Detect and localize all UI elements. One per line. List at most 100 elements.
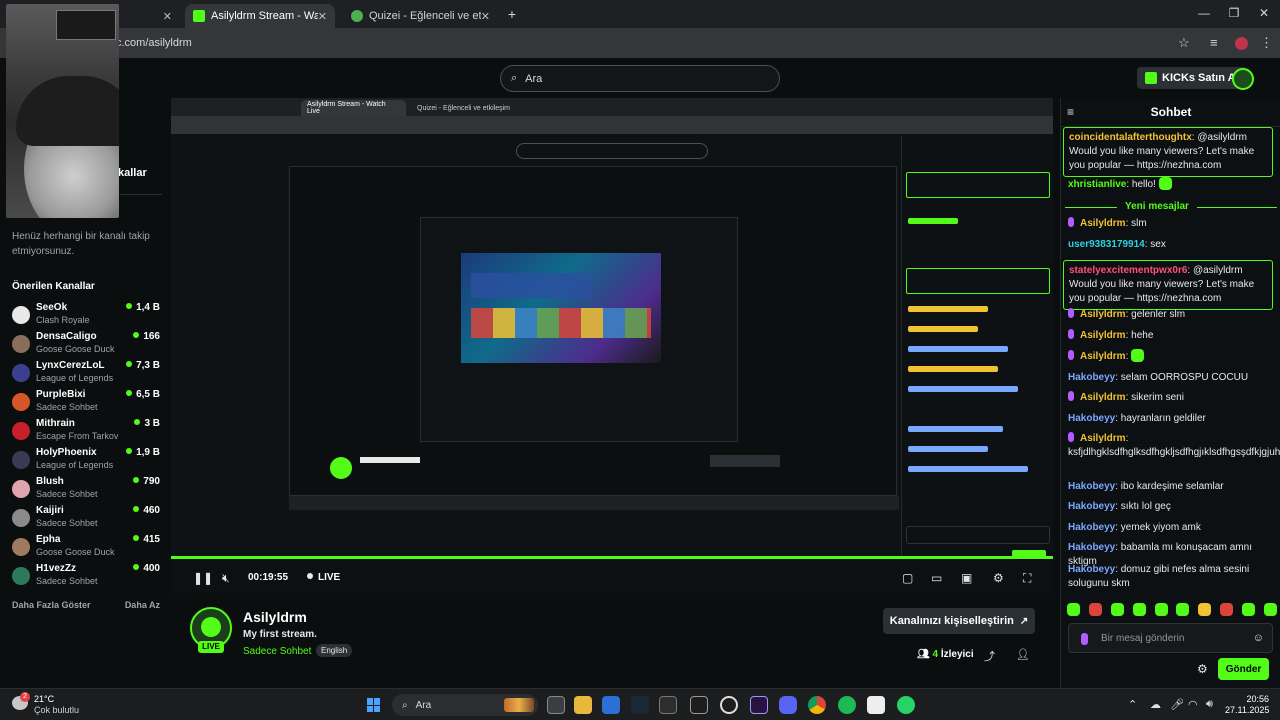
emote-icon[interactable] bbox=[1154, 603, 1168, 616]
sidebar-channel-item[interactable]: H1vezZz Sadece Sohbet 400 bbox=[10, 563, 160, 591]
emote-icon[interactable] bbox=[1176, 603, 1190, 616]
file-explorer-icon[interactable] bbox=[574, 696, 592, 714]
share-icon[interactable]: ⤴ bbox=[984, 648, 995, 664]
pip-icon[interactable]: ▢ bbox=[902, 571, 913, 585]
whatsapp-icon[interactable] bbox=[897, 696, 915, 714]
close-tab-icon[interactable]: ✕ bbox=[163, 10, 172, 23]
capcut-icon[interactable] bbox=[867, 696, 885, 714]
tab-hidden[interactable]: ✕ bbox=[120, 4, 180, 28]
chat-username[interactable]: Asilyldrm bbox=[1080, 309, 1126, 320]
window-close-icon[interactable]: ✕ bbox=[1252, 6, 1276, 20]
discord-icon[interactable] bbox=[779, 696, 797, 714]
after-effects-icon[interactable] bbox=[750, 696, 768, 714]
chat-username[interactable]: Hakobeyy bbox=[1068, 372, 1115, 383]
menu-dots-icon[interactable]: ⋮ bbox=[1260, 35, 1273, 51]
playlist-icon[interactable]: ≡ bbox=[1210, 35, 1218, 50]
emote-icon[interactable] bbox=[1263, 603, 1277, 616]
chat-username[interactable]: user9383179914 bbox=[1068, 239, 1145, 250]
chat-username[interactable]: Asilyldrm bbox=[1080, 351, 1126, 362]
fullscreen-icon[interactable]: ⛶ bbox=[1023, 571, 1031, 586]
profile-avatar[interactable] bbox=[1235, 37, 1248, 50]
theater-mode-icon[interactable]: ▭ bbox=[931, 571, 942, 585]
show-less-link[interactable]: Daha Az bbox=[125, 600, 160, 610]
mute-icon[interactable]: 🔇︎ bbox=[222, 571, 230, 586]
tab-kick-stream[interactable]: Asilyldrm Stream - Watch Live o ✕ bbox=[185, 4, 335, 28]
show-more-link[interactable]: Daha Fazla Göster bbox=[12, 600, 91, 610]
start-button[interactable] bbox=[367, 698, 381, 712]
emote-icon[interactable] bbox=[1198, 603, 1212, 616]
sidebar-channel-item[interactable]: PurpleBixi Sadece Sohbet 6,5 B bbox=[10, 389, 160, 417]
video-player[interactable]: Asilyldrm Stream - Watch Live Quizei - E… bbox=[171, 98, 1053, 593]
volume-icon[interactable]: 🔊︎ bbox=[1206, 698, 1213, 711]
steam-icon[interactable] bbox=[631, 696, 649, 714]
follow-user-icon[interactable]: 👤︎ bbox=[1016, 648, 1030, 661]
system-clock[interactable]: 20:56 27.11.2025 bbox=[1225, 694, 1269, 716]
obs-icon[interactable] bbox=[690, 696, 708, 714]
chat-username[interactable]: Asilyldrm bbox=[1080, 330, 1126, 341]
sidebar-channel-item[interactable]: Mithrain Escape From Tarkov 3 B bbox=[10, 418, 160, 446]
chat-username[interactable]: Hakobeyy bbox=[1068, 564, 1115, 575]
tray-expand-icon[interactable]: ⌃ bbox=[1128, 698, 1137, 711]
stream-category[interactable]: Sadece Sohbet bbox=[243, 646, 311, 657]
customize-channel-button[interactable]: Kanalınızı kişiselleştirin ↗ bbox=[883, 608, 1035, 634]
sidebar-channel-item[interactable]: Epha Goose Goose Duck 415 bbox=[10, 534, 160, 562]
chat-username[interactable]: Asilyldrm bbox=[1080, 392, 1126, 403]
send-message-button[interactable]: Gönder bbox=[1218, 658, 1269, 680]
chat-message-input[interactable]: Bir mesaj gönderin ☺ bbox=[1068, 623, 1273, 653]
emote-icon[interactable] bbox=[1088, 603, 1102, 616]
epic-games-icon[interactable] bbox=[659, 696, 677, 714]
close-tab-icon[interactable]: ✕ bbox=[481, 10, 490, 23]
sidebar-channel-item[interactable]: LynxCerezLoL League of Legends 7,3 B bbox=[10, 360, 160, 388]
emote-icon[interactable] bbox=[1132, 603, 1146, 616]
new-tab-icon[interactable]: + bbox=[500, 6, 524, 22]
chat-username[interactable]: Hakobeyy bbox=[1068, 413, 1115, 424]
sidebar-channel-item[interactable]: DensaCaligo Goose Goose Duck 166 bbox=[10, 331, 160, 359]
chat-username[interactable]: Hakobeyy bbox=[1068, 501, 1115, 512]
stream-video[interactable]: Asilyldrm Stream - Watch Live Quizei - E… bbox=[171, 98, 1053, 562]
buy-kicks-button[interactable]: KICKs Satın Al bbox=[1137, 67, 1247, 89]
emote-icon[interactable] bbox=[1067, 603, 1080, 616]
url-field[interactable]: c.com/asilyldrm bbox=[116, 37, 192, 49]
store-icon[interactable] bbox=[602, 696, 620, 714]
github-icon[interactable] bbox=[720, 696, 738, 714]
sidebar-channel-item[interactable]: HolyPhoenix League of Legends 1,9 B bbox=[10, 447, 160, 475]
collapse-chat-icon[interactable]: ≡ bbox=[1067, 105, 1074, 119]
chat-username[interactable]: Asilyldrm bbox=[1080, 433, 1126, 444]
search-input[interactable]: ⌕ Ara bbox=[500, 65, 780, 92]
emote-icon[interactable] bbox=[1242, 603, 1255, 616]
language-tag[interactable]: English bbox=[316, 644, 353, 657]
clip-icon[interactable]: ▣ bbox=[961, 571, 972, 585]
emoji-picker-icon[interactable]: ☺ bbox=[1253, 632, 1264, 644]
sidebar-channel-item[interactable]: Kaijiri Sadece Sohbet 460 bbox=[10, 505, 160, 533]
chat-username[interactable]: coincidentalafterthoughtx bbox=[1069, 132, 1192, 143]
live-indicator[interactable]: LIVE bbox=[307, 572, 340, 583]
task-view-icon[interactable] bbox=[547, 696, 565, 714]
bookmark-star-icon[interactable]: ☆ bbox=[1178, 35, 1190, 51]
sidebar-channel-item[interactable]: Blush Sadece Sohbet 790 bbox=[10, 476, 160, 504]
chat-username[interactable]: Asilyldrm bbox=[1080, 218, 1126, 229]
pause-icon[interactable]: ❚❚ bbox=[193, 571, 213, 585]
mic-icon[interactable]: 🎤︎ bbox=[1170, 698, 1184, 711]
tab-quizei[interactable]: Quizei - Eğlenceli ve etkileşiml ✕ bbox=[343, 4, 498, 28]
sidebar-channel-item[interactable]: SeeOk Clash Royale 1,4 B bbox=[10, 302, 160, 330]
minimize-icon[interactable]: — bbox=[1192, 6, 1216, 20]
chat-username[interactable]: xhristianlive bbox=[1068, 179, 1126, 190]
close-tab-icon[interactable]: ✕ bbox=[318, 10, 327, 23]
wifi-icon[interactable]: ◠ bbox=[1188, 698, 1198, 711]
user-avatar[interactable] bbox=[1232, 68, 1254, 90]
emote-icon[interactable] bbox=[1220, 603, 1234, 616]
onedrive-icon[interactable]: ☁ bbox=[1150, 698, 1161, 711]
chat-username[interactable]: statelyexcitementpwx0r6 bbox=[1069, 265, 1187, 276]
settings-gear-icon[interactable]: ⚙ bbox=[993, 571, 1004, 585]
chrome-icon[interactable] bbox=[808, 696, 826, 714]
chat-username[interactable]: Hakobeyy bbox=[1068, 522, 1115, 533]
maximize-icon[interactable]: ❐ bbox=[1222, 6, 1246, 20]
channel-name[interactable]: Asilyldrm bbox=[243, 609, 307, 625]
weather-widget[interactable]: 2 21°C Çok bulutlu bbox=[10, 692, 100, 716]
taskbar-search[interactable]: ⌕ Ara bbox=[392, 694, 538, 716]
chat-username[interactable]: Hakobeyy bbox=[1068, 481, 1115, 492]
spotify-icon[interactable] bbox=[838, 696, 856, 714]
emote-icon[interactable] bbox=[1110, 603, 1124, 616]
chat-settings-icon[interactable]: ⚙ bbox=[1197, 662, 1208, 676]
chat-username[interactable]: Hakobeyy bbox=[1068, 542, 1115, 553]
